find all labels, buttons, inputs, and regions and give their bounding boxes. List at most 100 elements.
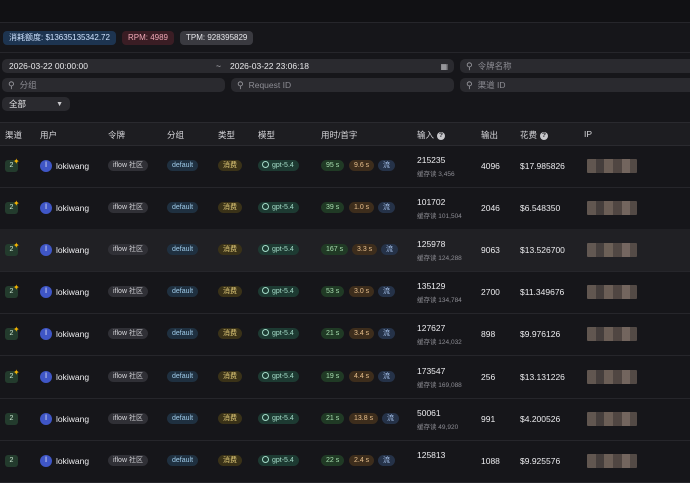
search-icon: ⚲: [466, 60, 473, 71]
help-icon[interactable]: ?: [437, 131, 446, 140]
channel-badge[interactable]: 2 ✦: [5, 241, 20, 256]
table-row[interactable]: 2 ✦ l lokiwang iflow 社区 default 消费 gpt-5.4 39 s 1…: [0, 187, 690, 230]
model-tag[interactable]: gpt-5.4: [258, 328, 299, 339]
model-name: gpt-5.4: [272, 204, 294, 211]
channel-badge[interactable]: 2 ✦: [5, 368, 20, 383]
first-token-tag: 9.6 s: [349, 160, 375, 171]
channel-badge[interactable]: 2: [5, 455, 18, 467]
cost-value: $9.925576: [520, 456, 561, 466]
output-tokens: 898: [481, 329, 496, 339]
stream-tag: 流: [378, 202, 395, 213]
ip-redacted: [587, 370, 637, 384]
model-name: gpt-5.4: [272, 246, 294, 253]
calendar-icon[interactable]: ▦: [440, 62, 448, 71]
user-name[interactable]: lokiwang: [56, 456, 89, 466]
cache-read: 缓存读 124,032: [417, 339, 462, 346]
user-name[interactable]: lokiwang: [56, 161, 89, 171]
user-name[interactable]: lokiwang: [56, 372, 89, 382]
end-time-input[interactable]: 2026-03-22 23:06:18: [230, 61, 309, 71]
duration-tag: 19 s: [321, 371, 345, 382]
table-row[interactable]: 2 ✦ l lokiwang iflow 社区 default 消费 gpt-5.4 167 s…: [0, 229, 690, 272]
channel-badge[interactable]: 2 ✦: [5, 283, 20, 298]
chevron-down-icon: ▼: [56, 100, 63, 108]
openai-icon: [262, 287, 269, 294]
type-tag: 消费: [218, 160, 242, 171]
stream-tag: 流: [378, 455, 395, 466]
table-row[interactable]: 2 ✦ l lokiwang iflow 社区 default 消费 gpt-5.4 19 s 4…: [0, 356, 690, 399]
group-tag: default: [167, 202, 199, 213]
model-name: gpt-5.4: [272, 457, 294, 464]
openai-icon: [262, 329, 269, 336]
first-token-tag: 13.8 s: [349, 413, 379, 424]
start-time-input[interactable]: 2026-03-22 00:00:00: [9, 61, 88, 71]
request-id-input[interactable]: ⚲ Request ID: [231, 78, 454, 92]
model-tag[interactable]: gpt-5.4: [258, 413, 299, 424]
token-name-input[interactable]: ⚲ 令牌名称: [460, 59, 690, 73]
channel-id: 2: [9, 457, 14, 464]
model-tag[interactable]: gpt-5.4: [258, 371, 299, 382]
model-tag[interactable]: gpt-5.4: [258, 160, 299, 171]
group-tag: default: [167, 160, 199, 171]
col-input-label: 输入: [417, 130, 435, 140]
stream-tag: 流: [378, 160, 395, 171]
model-name: gpt-5.4: [272, 373, 294, 380]
table-row[interactable]: 2 ✦ l lokiwang iflow 社区 default 消费 gpt-5.4 95 s 9…: [0, 145, 690, 188]
model-tag[interactable]: gpt-5.4: [258, 202, 299, 213]
first-token-tag: 3.4 s: [349, 328, 375, 339]
channel-badge[interactable]: 2 ✦: [5, 157, 20, 172]
ip-redacted: [587, 243, 637, 257]
model-tag[interactable]: gpt-5.4: [258, 455, 299, 466]
col-type: 类型: [218, 130, 236, 140]
col-ip: IP: [584, 129, 593, 139]
user-name[interactable]: lokiwang: [56, 329, 89, 339]
ip-redacted: [587, 327, 637, 341]
log-type-select[interactable]: 全部 ▼: [2, 97, 70, 111]
cache-read: 缓存读 3,456: [417, 171, 455, 178]
input-tokens: 50061: [417, 408, 441, 418]
input-tokens: 101702: [417, 197, 446, 207]
duration-tag: 39 s: [321, 202, 345, 213]
token-tag: iflow 社区: [108, 371, 148, 382]
first-token-tag: 3.3 s: [352, 244, 378, 255]
stats-bar: 消耗额度: $13635135342.72 RPM: 4989 TPM: 928…: [3, 31, 254, 45]
help-icon[interactable]: ?: [540, 131, 549, 140]
user-name[interactable]: lokiwang: [56, 414, 89, 424]
type-tag: 消费: [218, 202, 242, 213]
table-row[interactable]: 2 ✦ l lokiwang iflow 社区 default 消费 gpt-5.4 21 s 3…: [0, 313, 690, 356]
channel-badge[interactable]: 2 ✦: [5, 325, 20, 340]
token-tag: iflow 社区: [108, 244, 148, 255]
duration-tag: 167 s: [321, 244, 349, 255]
cost-value: $13.526700: [520, 245, 565, 255]
channel-id-input[interactable]: ⚲ 渠道 ID: [460, 78, 690, 92]
user-name[interactable]: lokiwang: [56, 203, 89, 213]
avatar: l: [40, 286, 52, 298]
user-name[interactable]: lokiwang: [56, 245, 89, 255]
model-name: gpt-5.4: [272, 415, 294, 422]
top-bar: [0, 0, 690, 23]
table-row[interactable]: 2 ✦ l lokiwang iflow 社区 default 消费 gpt-5.4 53 s 3…: [0, 271, 690, 314]
channel-id: 2: [9, 415, 14, 422]
model-tag[interactable]: gpt-5.4: [258, 286, 299, 297]
model-tag[interactable]: gpt-5.4: [258, 244, 299, 255]
rpm-stat: RPM: 4989: [121, 31, 174, 45]
channel-badge[interactable]: 2: [5, 413, 18, 425]
token-tag: iflow 社区: [108, 328, 148, 339]
search-icon: ⚲: [466, 79, 473, 90]
table-row[interactable]: 2 l lokiwang iflow 社区 default 消费 gpt-5.4 22 s 2.…: [0, 440, 690, 483]
output-tokens: 9063: [481, 245, 500, 255]
col-cost: 花费?: [520, 129, 549, 141]
date-range-picker[interactable]: 2026-03-22 00:00:00 ~ 2026-03-22 23:06:1…: [2, 59, 454, 73]
group-input[interactable]: ⚲ 分组: [2, 78, 225, 92]
sparkle-icon: ✦: [13, 368, 20, 377]
col-group: 分组: [167, 130, 185, 140]
group-tag: default: [167, 413, 199, 424]
channel-badge[interactable]: 2 ✦: [5, 199, 20, 214]
type-tag: 消费: [218, 455, 242, 466]
cost-value: $4.200526: [520, 414, 561, 424]
table-row[interactable]: 2 l lokiwang iflow 社区 default 消费 gpt-5.4 21 s 13…: [0, 398, 690, 441]
cache-read: 缓存读 101,504: [417, 213, 462, 220]
openai-icon: [262, 203, 269, 210]
cache-read: 缓存读 169,088: [417, 382, 462, 389]
avatar: l: [40, 413, 52, 425]
user-name[interactable]: lokiwang: [56, 287, 89, 297]
